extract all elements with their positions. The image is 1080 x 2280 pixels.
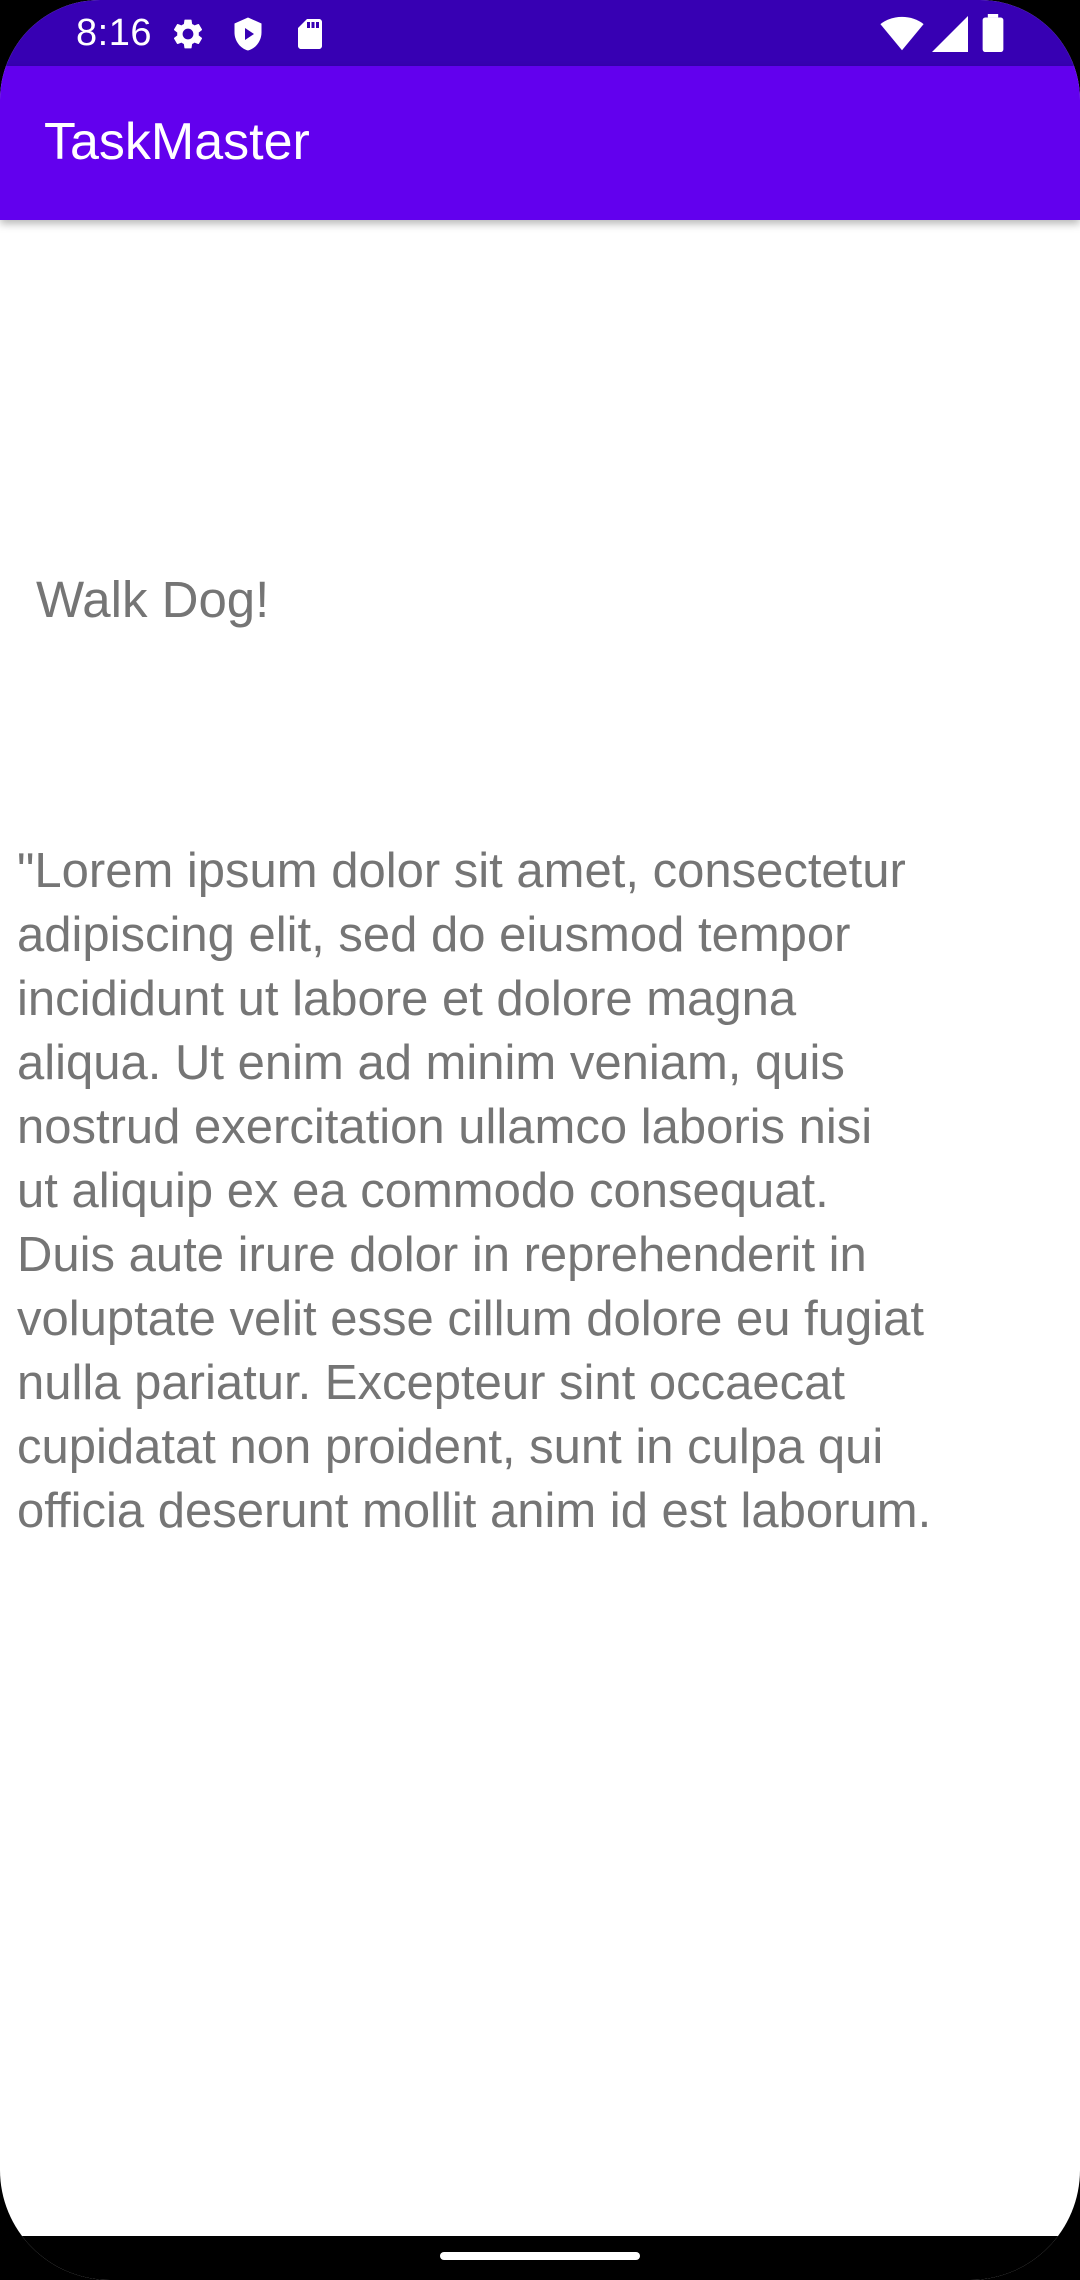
status-bar: 8:16: [0, 0, 1080, 66]
home-gesture-handle[interactable]: [440, 2252, 640, 2260]
battery-icon: [982, 14, 1004, 52]
settings-icon: [173, 19, 203, 49]
app-title: TaskMaster: [44, 113, 310, 171]
cell-signal-icon: [932, 16, 968, 52]
status-time: 8:16: [76, 12, 152, 54]
screen: 8:16 TaskMaster Walk Dog! "Lorem ipsum d…: [0, 0, 1080, 2280]
task-title: Walk Dog!: [36, 571, 270, 628]
sd-card-icon: [298, 19, 322, 49]
shield-play-icon: [234, 17, 262, 51]
app-bar: TaskMaster: [0, 66, 1080, 220]
task-detail: Walk Dog! "Lorem ipsum dolor sit amet, c…: [0, 220, 1080, 2236]
wifi-icon: [880, 16, 924, 51]
task-description: "Lorem ipsum dolor sit amet, consectetur…: [17, 844, 932, 1538]
navigation-bar: [0, 2236, 1080, 2280]
